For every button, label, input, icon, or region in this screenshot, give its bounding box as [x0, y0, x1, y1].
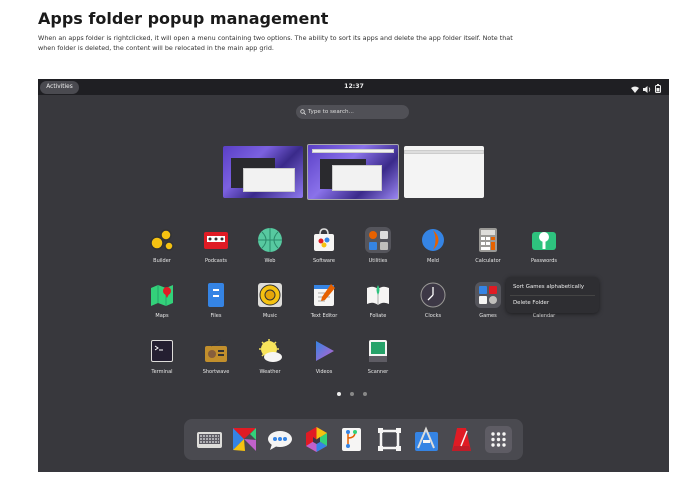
app-label: Calendar [532, 313, 556, 319]
app-label: Files [210, 313, 222, 319]
workspace-thumbnail-1[interactable] [223, 146, 303, 198]
folder-context-menu: Sort Games alphabetically Delete Folder [506, 277, 599, 313]
clocks-icon [420, 282, 446, 308]
builder-icon [149, 227, 175, 253]
battery-icon [655, 79, 661, 97]
sort-alphabetically-menu-item[interactable]: Sort Games alphabetically [513, 283, 584, 291]
software-icon [311, 227, 337, 253]
top-bar: Activities 12:37 [38, 79, 669, 95]
app-label: Builder [153, 258, 171, 264]
games-folder-icon [475, 282, 501, 308]
music-icon [257, 282, 283, 308]
app-label: Music [262, 313, 278, 319]
app-label: Clocks [424, 313, 442, 319]
app-utilities-folder[interactable]: Utilities [353, 227, 403, 265]
app-grid-icon[interactable] [485, 426, 512, 453]
clock[interactable]: 12:37 [338, 82, 370, 92]
calculator-icon [475, 227, 501, 253]
dash [184, 419, 523, 460]
app-label: Text Editor [310, 313, 338, 319]
app-label: Web [264, 258, 276, 264]
passwords-icon [531, 227, 557, 253]
keyboard-icon[interactable] [196, 426, 223, 453]
app-videos[interactable]: Videos [299, 338, 349, 376]
videos-icon [311, 338, 337, 364]
app-foliate[interactable]: Foliate [353, 282, 403, 320]
utilities-folder-icon [365, 227, 391, 253]
app-web[interactable]: Web [245, 227, 295, 265]
chat-icon[interactable] [266, 426, 293, 453]
search-icon [300, 109, 306, 115]
volume-icon [643, 79, 651, 97]
git-icon[interactable] [338, 426, 365, 453]
app-label: Podcasts [204, 258, 228, 264]
delete-folder-menu-item[interactable]: Delete Folder [513, 299, 549, 307]
app-label: Weather [259, 369, 281, 375]
app-clocks[interactable]: Clocks [408, 282, 458, 320]
text-editor-icon [311, 282, 337, 308]
activities-button[interactable]: Activities [40, 81, 79, 94]
shortwave-icon [203, 338, 229, 364]
terminal-icon [149, 338, 175, 364]
app-podcasts[interactable]: Podcasts [191, 227, 241, 265]
science-icon[interactable] [413, 426, 440, 453]
page-dot-2[interactable] [350, 392, 354, 396]
podcasts-icon [203, 227, 229, 253]
app-label: Meld [427, 258, 439, 264]
scanner-icon [365, 338, 391, 364]
search-input[interactable]: Type to search... [296, 105, 409, 119]
doc-description: When an apps folder is rightclicked, it … [38, 34, 513, 52]
app-builder[interactable]: Builder [137, 227, 187, 265]
app-label: Calculator [475, 258, 501, 264]
app-music[interactable]: Music [245, 282, 295, 320]
web-icon [257, 227, 283, 253]
app-maps[interactable]: Maps [137, 282, 187, 320]
color-picker-icon[interactable] [303, 426, 330, 453]
app-software[interactable]: Software [299, 227, 349, 265]
network-icon [631, 79, 639, 97]
app-label: Scanner [367, 369, 389, 375]
page-dot-1[interactable] [337, 392, 341, 396]
menu-separator [510, 295, 595, 296]
page-indicator [337, 392, 367, 396]
app-label: Games [479, 313, 497, 319]
workspace-thumbnail-2[interactable] [307, 144, 399, 200]
workspace-thumbnail-3[interactable] [404, 146, 484, 198]
app-label: Passwords [531, 258, 557, 264]
weather-icon [257, 338, 283, 364]
app-label: Videos [315, 369, 333, 375]
app-files[interactable]: Files [191, 282, 241, 320]
gnome-overview-screen: Activities 12:37 Type to search... Build… [38, 79, 669, 472]
app-label: Software [312, 258, 336, 264]
system-tray[interactable] [631, 82, 661, 93]
metronome-icon[interactable] [448, 426, 475, 453]
app-label: Foliate [369, 313, 387, 319]
app-terminal[interactable]: Terminal [137, 338, 187, 376]
app-label: Shortwave [202, 369, 230, 375]
app-text-editor[interactable]: Text Editor [299, 282, 349, 320]
files-icon [203, 282, 229, 308]
app-scanner[interactable]: Scanner [353, 338, 403, 376]
foliate-icon [365, 282, 391, 308]
app-passwords[interactable]: Passwords [519, 227, 569, 265]
app-label: Maps [155, 313, 169, 319]
frame-icon[interactable] [376, 426, 403, 453]
maps-icon [149, 282, 175, 308]
doc-title: Apps folder popup management [38, 9, 329, 28]
app-weather[interactable]: Weather [245, 338, 295, 376]
page-dot-3[interactable] [363, 392, 367, 396]
app-label: Utilities [368, 258, 388, 264]
app-calculator[interactable]: Calculator [463, 227, 513, 265]
tangram-icon[interactable] [231, 426, 258, 453]
app-label: Terminal [151, 369, 173, 375]
app-meld[interactable]: Meld [408, 227, 458, 265]
app-shortwave[interactable]: Shortwave [191, 338, 241, 376]
meld-icon [420, 227, 446, 253]
